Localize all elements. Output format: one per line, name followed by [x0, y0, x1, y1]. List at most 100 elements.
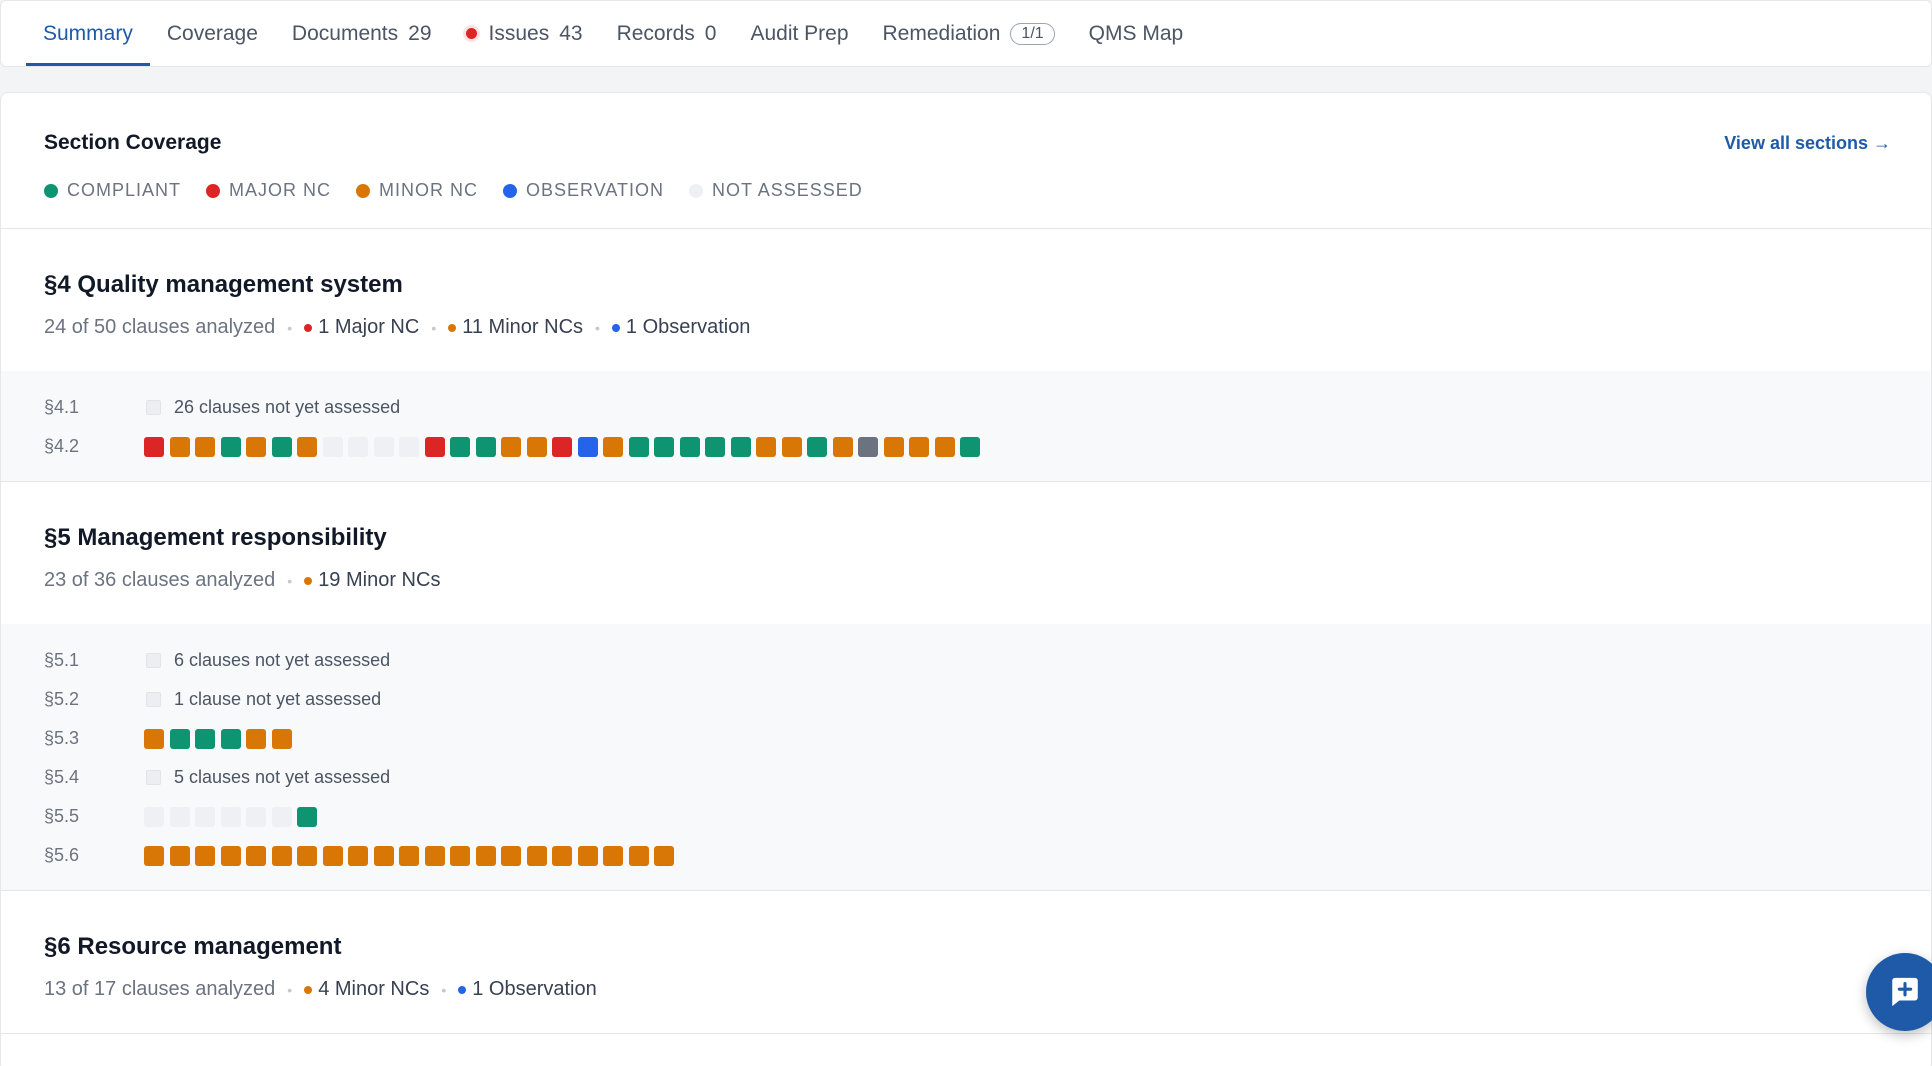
- section-meta: 24 of 50 clauses analyzed • 1 Major NC •…: [44, 316, 1888, 339]
- minor-nc-cell[interactable]: [297, 845, 317, 866]
- compliant-cell[interactable]: [271, 436, 292, 457]
- minor-nc-cell[interactable]: [832, 436, 853, 457]
- minor-nc-cell[interactable]: [603, 436, 623, 457]
- minor-nc-cell[interactable]: [756, 436, 776, 457]
- tab-audit-prep[interactable]: Audit Prep: [733, 1, 865, 66]
- major-nc-cell[interactable]: [552, 436, 572, 457]
- compliant-dot-icon: [44, 183, 58, 198]
- minor-nc-cell[interactable]: [169, 845, 190, 866]
- compliant-cell[interactable]: [220, 436, 241, 457]
- not-assessed-note: 26 clauses not yet assessed: [174, 397, 401, 417]
- minor-nc-cell[interactable]: [373, 845, 394, 866]
- section-4-header[interactable]: §4 Quality management system 24 of 50 cl…: [1, 229, 1931, 371]
- separator-dot-icon: •: [287, 572, 293, 589]
- not-assessed-cell[interactable]: [195, 806, 215, 827]
- not-assessed-cell[interactable]: [399, 436, 419, 457]
- minor-nc-cell[interactable]: [246, 845, 266, 866]
- minor-nc-cell[interactable]: [144, 728, 164, 749]
- compliant-cell[interactable]: [730, 436, 751, 457]
- section-5-header[interactable]: §5 Management responsibility 23 of 36 cl…: [1, 482, 1931, 624]
- minor-nc-cell[interactable]: [654, 845, 674, 866]
- tab-records[interactable]: Records 0: [600, 1, 734, 66]
- not-assessed-cell[interactable]: [220, 806, 241, 827]
- compliant-cell[interactable]: [705, 436, 725, 457]
- tab-coverage[interactable]: Coverage: [150, 1, 275, 66]
- not-assessed-cell[interactable]: [271, 806, 292, 827]
- minor-nc-cell[interactable]: [399, 845, 419, 866]
- compliant-cell[interactable]: [679, 436, 700, 457]
- observation-cell[interactable]: [577, 436, 598, 457]
- major-nc-cell[interactable]: [144, 436, 164, 457]
- not-assessed-cell[interactable]: [246, 806, 266, 827]
- minor-nc-cell[interactable]: [246, 728, 266, 749]
- not-assessed-cell[interactable]: [169, 806, 190, 827]
- compliant-cell[interactable]: [297, 806, 317, 827]
- tab-issues[interactable]: Issues 43: [449, 1, 600, 66]
- tab-qms-map-label: QMS Map: [1088, 21, 1184, 45]
- minor-nc-cell[interactable]: [909, 436, 929, 457]
- clause-label: §5.4: [44, 767, 80, 787]
- observation-label: 1 Observation: [472, 978, 597, 1000]
- minor-nc-label: 19 Minor NCs: [318, 569, 441, 591]
- minor-nc-cell[interactable]: [297, 436, 317, 457]
- view-all-sections-link[interactable]: View all sections →: [1724, 133, 1891, 154]
- minor-nc-cell[interactable]: [195, 436, 215, 457]
- compliant-cell[interactable]: [220, 728, 241, 749]
- minor-nc-cell[interactable]: [883, 436, 904, 457]
- minor-nc-cell[interactable]: [934, 436, 955, 457]
- not-assessed-cell[interactable]: [322, 436, 343, 457]
- observation-dot-icon: [611, 323, 620, 332]
- minor-nc-cell[interactable]: [220, 845, 241, 866]
- minor-nc-cell[interactable]: [169, 436, 190, 457]
- tab-summary-label: Summary: [43, 21, 133, 45]
- minor-nc-cell[interactable]: [424, 845, 445, 866]
- tab-qms-map[interactable]: QMS Map: [1072, 1, 1201, 66]
- minor-nc-cell[interactable]: [144, 845, 164, 866]
- clause-cells: [144, 436, 980, 457]
- minor-nc-cell[interactable]: [246, 436, 266, 457]
- clause-label: §5.5: [44, 806, 80, 826]
- minor-nc-cell[interactable]: [348, 845, 368, 866]
- clause-row-5-4: §5.4 5 clauses not yet assessed: [44, 758, 1888, 797]
- tab-summary[interactable]: Summary: [26, 1, 150, 66]
- pending-cell[interactable]: [858, 436, 878, 457]
- compliant-cell[interactable]: [960, 436, 980, 457]
- tab-documents[interactable]: Documents 29: [275, 1, 449, 66]
- clause-label: §5.6: [44, 845, 80, 865]
- clauses-analyzed: 24 of 50 clauses analyzed: [44, 316, 276, 338]
- compliant-cell[interactable]: [450, 436, 470, 457]
- observation-dot-icon: [503, 183, 518, 198]
- minor-nc-cell[interactable]: [501, 436, 521, 457]
- compliant-cell[interactable]: [807, 436, 827, 457]
- minor-nc-cell[interactable]: [603, 845, 623, 866]
- compliant-cell[interactable]: [195, 728, 215, 749]
- minor-nc-cell[interactable]: [526, 436, 547, 457]
- minor-nc-cell[interactable]: [501, 845, 521, 866]
- minor-nc-cell[interactable]: [628, 845, 649, 866]
- legend-minor: MINOR NC: [356, 180, 478, 201]
- minor-nc-cell[interactable]: [322, 845, 343, 866]
- minor-nc-cell[interactable]: [781, 436, 802, 457]
- observation-count: 1 Observation: [611, 316, 750, 339]
- tab-remediation[interactable]: Remediation 1/1: [866, 1, 1072, 66]
- minor-nc-cell[interactable]: [271, 845, 292, 866]
- not-assessed-cell[interactable]: [348, 436, 368, 457]
- not-assessed-note: 1 clause not yet assessed: [174, 689, 382, 709]
- major-nc-cell[interactable]: [424, 436, 445, 457]
- not-assessed-cell[interactable]: [373, 436, 394, 457]
- minor-nc-cell[interactable]: [475, 845, 496, 866]
- minor-nc-cell[interactable]: [271, 728, 292, 749]
- minor-nc-cell[interactable]: [577, 845, 598, 866]
- minor-nc-cell[interactable]: [526, 845, 547, 866]
- compliant-cell[interactable]: [475, 436, 496, 457]
- section-6-header[interactable]: §6 Resource management 13 of 17 clauses …: [1, 891, 1931, 1033]
- minor-nc-cell[interactable]: [195, 845, 215, 866]
- tab-records-label: Records: [616, 21, 695, 45]
- not-assessed-cell[interactable]: [144, 806, 164, 827]
- clause-label: §5.2: [44, 689, 80, 709]
- compliant-cell[interactable]: [628, 436, 649, 457]
- compliant-cell[interactable]: [654, 436, 674, 457]
- minor-nc-cell[interactable]: [552, 845, 572, 866]
- compliant-cell[interactable]: [169, 728, 190, 749]
- minor-nc-cell[interactable]: [450, 845, 470, 866]
